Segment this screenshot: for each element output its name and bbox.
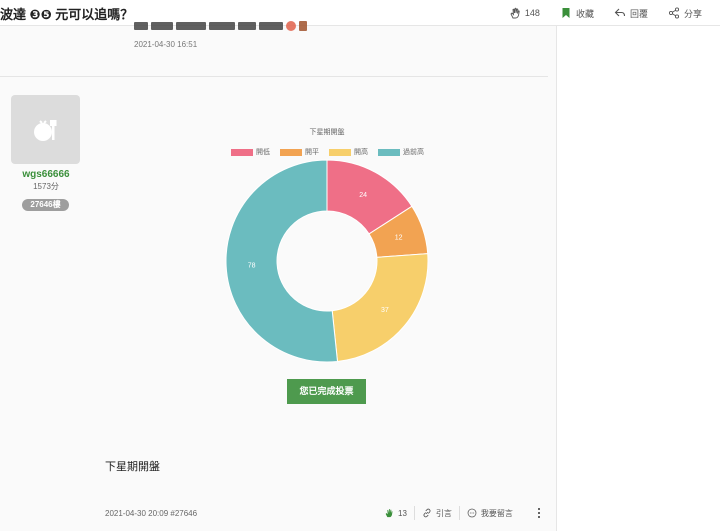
slice-value-label: 78 xyxy=(248,262,256,269)
hand-clap-icon xyxy=(385,509,393,518)
comment-label: 我要留言 xyxy=(480,508,513,518)
quote-label: 引言 xyxy=(435,508,452,518)
thread-actions: 148 收藏 回覆 分享 xyxy=(499,0,712,26)
more-dot xyxy=(538,516,540,518)
like-button[interactable]: 148 xyxy=(499,0,550,26)
slice-value-label: 37 xyxy=(381,307,389,314)
slice-value-label: 24 xyxy=(359,192,367,199)
thread-title: 波達 ❸❺ 元可以追嗎？ xyxy=(0,7,134,22)
bookmark-button[interactable]: 收藏 xyxy=(550,0,604,26)
more-dot xyxy=(538,512,540,514)
post-actions: 13 引言 我要留言 xyxy=(377,504,520,522)
donut-chart: 24 12 37 78 xyxy=(225,159,429,363)
quote-button[interactable]: 引言 xyxy=(413,506,459,520)
hand-clap-icon xyxy=(510,7,520,19)
poll-chart: 下星期開盤 開低 開平 開高 過前高 24 12 37 78 xyxy=(0,26,556,531)
share-label: 分享 xyxy=(683,8,702,19)
link-icon xyxy=(423,508,431,518)
bookmark-icon xyxy=(562,8,570,18)
post-like-button[interactable]: 13 xyxy=(377,506,414,520)
reply-button[interactable]: 回覆 xyxy=(604,0,658,26)
share-button[interactable]: 分享 xyxy=(658,0,712,26)
post-content: 下星期開盤 xyxy=(105,461,160,473)
vote-complete-button[interactable]: 您已完成投票 xyxy=(287,379,366,404)
slice-value-label: 12 xyxy=(395,235,403,242)
reply-label: 回覆 xyxy=(629,8,648,19)
reply-icon xyxy=(614,8,626,17)
comment-icon xyxy=(467,508,477,518)
comment-button[interactable]: 我要留言 xyxy=(458,506,520,520)
bookmark-label: 收藏 xyxy=(575,8,594,19)
more-dot xyxy=(538,508,540,510)
donut-slice[interactable] xyxy=(225,159,339,363)
like-count: 148 xyxy=(524,8,540,18)
right-sidebar xyxy=(556,26,720,531)
post-like-count: 13 xyxy=(398,508,407,518)
more-options-button[interactable] xyxy=(534,506,544,520)
post-meta: 2021-04-30 20:09 #27646 xyxy=(105,509,198,518)
share-icon xyxy=(668,7,680,19)
thread-main: 2021-04-30 16:51 wgs66666 1573分 27646樓 下… xyxy=(0,21,556,531)
